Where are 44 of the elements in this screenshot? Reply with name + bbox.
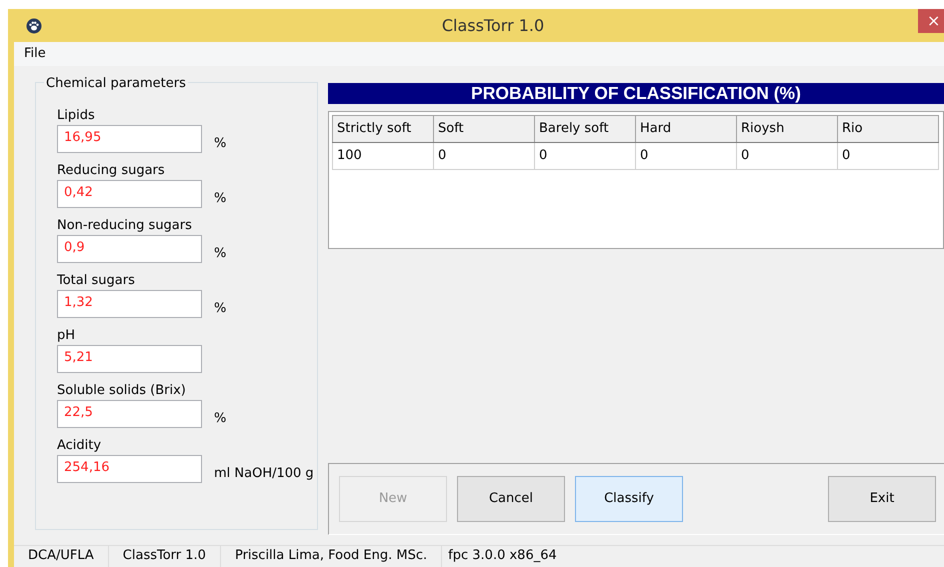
unit-label: % [214, 134, 226, 152]
status-text: DCA/UFLA [14, 546, 109, 567]
input-field[interactable]: 0,42 [57, 180, 202, 208]
action-button[interactable]: Cancel [457, 476, 565, 522]
unit-label: ml NaOH/100 g [214, 464, 314, 482]
action-button[interactable]: Classify [575, 476, 683, 522]
field-label: pH [57, 326, 76, 344]
column-header[interactable]: Rioysh [736, 116, 838, 142]
input-field[interactable]: 22,5 [57, 400, 202, 428]
status-text: Priscilla Lima, Food Eng. MSc. [220, 546, 442, 567]
table-cell: 0 [636, 142, 736, 170]
unit-label: % [214, 244, 226, 262]
menu-item[interactable]: File [23, 44, 47, 64]
input-field[interactable]: 16,95 [57, 125, 202, 153]
column-header[interactable]: Barely soft [534, 116, 636, 142]
close-button[interactable]: × [918, 9, 944, 33]
status-text: ClassTorr 1.0 [108, 546, 221, 567]
action-button[interactable]: Exit [828, 476, 936, 522]
table-cell: 0 [736, 142, 838, 170]
table-cell: 0 [534, 142, 636, 170]
field-label: Lipids [57, 106, 95, 124]
table-cell: 100 [332, 142, 434, 170]
input-field[interactable]: 5,21 [57, 345, 202, 373]
input-field[interactable]: 254,16 [57, 455, 202, 483]
unit-label: % [214, 190, 226, 208]
input-field[interactable]: 0,9 [57, 235, 202, 263]
paw-icon [26, 18, 42, 34]
column-header[interactable]: Hard [636, 116, 736, 142]
field-label: Non-reducing sugars [57, 216, 192, 234]
results-heading: PROBABILITY OF CLASSIFICATION (%) [328, 83, 944, 104]
window-title: ClassTorr 1.0 [442, 16, 544, 34]
column-header[interactable]: Strictly soft [332, 116, 434, 142]
table-cell: 0 [838, 142, 938, 170]
status-text: fpc 3.0.0 x86_64 [447, 547, 558, 565]
field-label: Acidity [57, 436, 102, 454]
column-header[interactable]: Rio [838, 116, 938, 142]
field-label: Total sugars [57, 272, 135, 290]
table-cell: 0 [434, 142, 534, 170]
field-label: Reducing sugars [57, 162, 165, 180]
input-field[interactable]: 1,32 [57, 290, 202, 318]
unit-label: % [214, 300, 226, 318]
column-header[interactable]: Soft [434, 116, 534, 142]
field-label: Soluble solids (Brix) [57, 382, 186, 400]
unit-label: % [214, 410, 226, 428]
